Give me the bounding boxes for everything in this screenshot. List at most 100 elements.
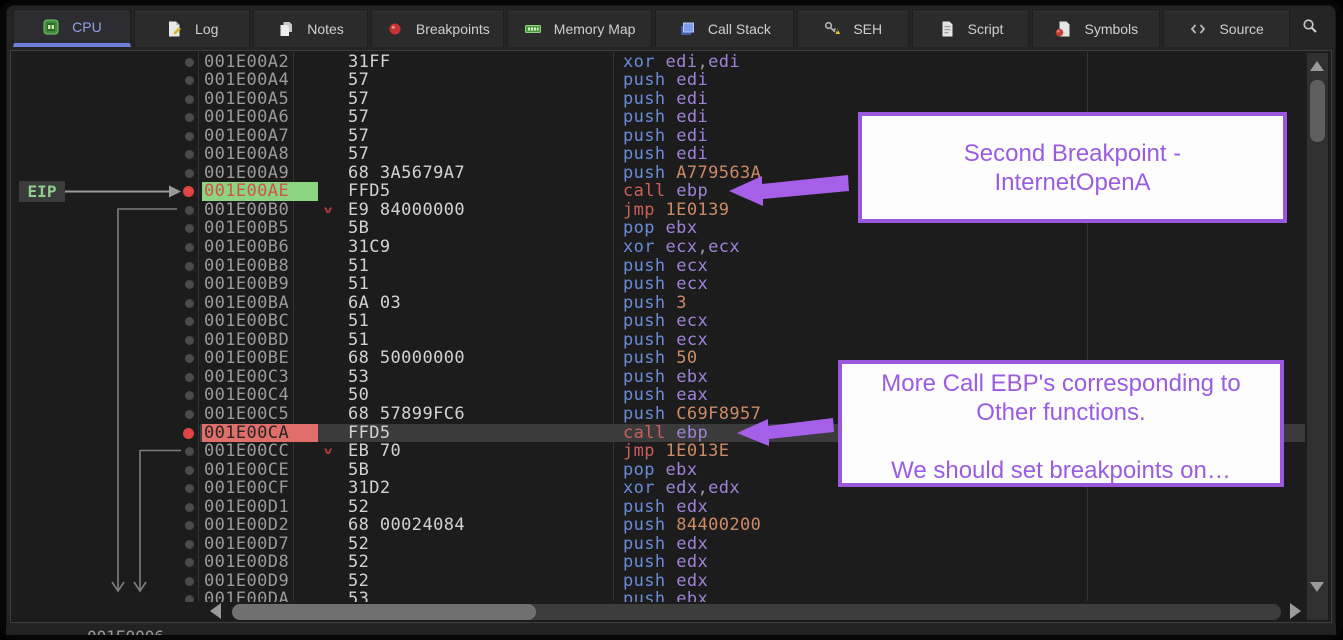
breakpoint-dot[interactable] (185, 299, 194, 308)
disasm-row[interactable]: 001E00B851push ecx (11, 257, 1309, 276)
disasm-row[interactable]: 001E00D752push edx (11, 535, 1309, 554)
breakpoint-dot[interactable] (185, 577, 194, 586)
breakpoint-dot-active[interactable] (183, 428, 194, 439)
instruction-text: push edx (623, 498, 708, 517)
breakpoint-dot[interactable] (185, 58, 194, 67)
breakpoint-dot[interactable] (185, 521, 194, 530)
opcode-bytes: 52 (348, 553, 369, 572)
breakpoint-dot[interactable] (185, 410, 194, 419)
disasm-row[interactable]: 001E00DA53push ebx (11, 590, 1309, 601)
address-cell: 001E00A5 (202, 90, 318, 109)
breakpoint-dot[interactable] (185, 540, 194, 549)
scroll-up-arrow[interactable] (1310, 61, 1324, 71)
search-button[interactable] (1293, 9, 1327, 43)
symbols-page-icon (1054, 20, 1072, 38)
instruction-text: push edi (623, 145, 708, 164)
opcode-bytes: 57 (348, 145, 369, 164)
tab-notes[interactable]: Notes (253, 9, 369, 47)
horizontal-scrollbar[interactable] (208, 602, 1301, 622)
breakpoint-dot[interactable] (185, 132, 194, 141)
breakpoint-dot[interactable] (185, 206, 194, 215)
tab-log[interactable]: Log (134, 9, 250, 47)
instruction-text: xor ecx,ecx (623, 238, 740, 257)
instruction-text: jmp 1E0139 (623, 201, 729, 220)
breakpoint-dot[interactable] (185, 317, 194, 326)
address-cell: 001E00A6 (202, 108, 318, 127)
disasm-row[interactable]: 001E00B631C9xor ecx,ecx (11, 238, 1309, 257)
scroll-left-arrow[interactable] (210, 603, 221, 619)
horizontal-scrollbar-thumb[interactable] (232, 604, 536, 620)
annotation-text: InternetOpenA (994, 168, 1150, 197)
breakpoint-dot[interactable] (185, 484, 194, 493)
breakpoint-dot[interactable] (185, 558, 194, 567)
disasm-row[interactable]: 001E00A557push edi (11, 90, 1309, 109)
annotation-text: Second Breakpoint - (964, 139, 1181, 168)
disasm-row[interactable]: 001E00BA6A 03push 3 (11, 294, 1309, 313)
breakpoint-dot[interactable] (185, 447, 194, 456)
scroll-down-arrow[interactable] (1310, 582, 1324, 592)
breakpoint-dot[interactable] (185, 169, 194, 178)
instruction-text: call ebp (623, 182, 708, 201)
address-cell: 001E00D1 (202, 498, 318, 517)
disasm-row[interactable]: 001E00BD51push ecx (11, 331, 1309, 350)
address-cell: 001E00AE (202, 182, 318, 201)
breakpoint-dot[interactable] (185, 113, 194, 122)
breakpoint-dot[interactable] (185, 373, 194, 382)
opcode-bytes: 57 (348, 90, 369, 109)
breakpoint-dot[interactable] (185, 280, 194, 289)
opcode-bytes: 51 (348, 331, 369, 350)
breakpoint-dot[interactable] (185, 336, 194, 345)
tab-breakpoints[interactable]: Breakpoints (371, 9, 504, 47)
instruction-text: push A779563A (623, 164, 761, 183)
instruction-text: push ecx (623, 331, 708, 350)
tab-call-stack[interactable]: Call Stack (655, 9, 794, 47)
disasm-row[interactable]: 001E00A4 57 push edi (11, 71, 1309, 90)
instruction-text: xor edi,edi (623, 53, 740, 72)
breakpoint-dot[interactable] (185, 354, 194, 363)
address-cell: 001E00A8 (202, 145, 318, 164)
tab-seh[interactable]: SEH (797, 9, 909, 47)
annotation-box-2: More Call EBP's corresponding to Other f… (838, 360, 1284, 487)
breakpoint-dot[interactable] (185, 243, 194, 252)
tab-symbols[interactable]: Symbols (1032, 9, 1160, 47)
instruction-text: pop ebx (623, 219, 697, 238)
vertical-scrollbar[interactable] (1307, 53, 1328, 620)
address-cell: 001E00CC (202, 442, 318, 461)
breakpoint-dot[interactable] (185, 150, 194, 159)
instruction-text: call ebp (623, 424, 708, 443)
address-cell: 001E00C4 (202, 386, 318, 405)
opcode-bytes: 31FF (348, 53, 391, 72)
breakpoint-dot[interactable] (185, 391, 194, 400)
disasm-row[interactable]: 001E00D852push edx (11, 553, 1309, 572)
tab-source[interactable]: Source (1163, 9, 1290, 47)
vertical-scrollbar-thumb[interactable] (1310, 80, 1325, 142)
breakpoint-dot[interactable] (185, 503, 194, 512)
breakpoint-dot[interactable] (185, 95, 194, 104)
instruction-text: push edi (623, 71, 708, 90)
tab-memory-map[interactable]: Memory Map (507, 9, 652, 47)
jump-direction-icon: v (324, 205, 334, 215)
disasm-row[interactable]: 001E00A231FFxor edi,edi (11, 53, 1309, 72)
memory-ram-icon (524, 20, 542, 38)
breakpoint-dot[interactable] (185, 224, 194, 233)
disasm-row[interactable]: 001E00D952push edx (11, 572, 1309, 591)
disasm-row[interactable]: 001E00D268 00024084push 84400200 (11, 516, 1309, 535)
tab-cpu[interactable]: CPU (13, 9, 131, 47)
opcode-bytes: 50 (348, 386, 369, 405)
breakpoint-dot[interactable] (185, 595, 194, 601)
breakpoint-dot[interactable] (185, 76, 194, 85)
opcode-bytes: 57 (348, 71, 369, 90)
breakpoint-dot[interactable] (185, 262, 194, 271)
tab-script[interactable]: Script (912, 9, 1030, 47)
address-cell: 001E00A4 (202, 71, 318, 90)
disasm-row[interactable]: 001E00B951push ecx (11, 275, 1309, 294)
scroll-right-arrow[interactable] (1290, 603, 1301, 619)
breakpoint-dot-active[interactable] (183, 186, 194, 197)
breakpoint-dot[interactable] (185, 466, 194, 475)
disasm-row[interactable]: 001E00BC51push ecx (11, 312, 1309, 331)
jump-direction-icon: v (324, 446, 334, 456)
opcode-bytes: 51 (348, 312, 369, 331)
instruction-text: push edx (623, 572, 708, 591)
disasm-row[interactable]: 001E00D152push edx (11, 498, 1309, 517)
address-cell: 001E00B5 (202, 219, 318, 238)
